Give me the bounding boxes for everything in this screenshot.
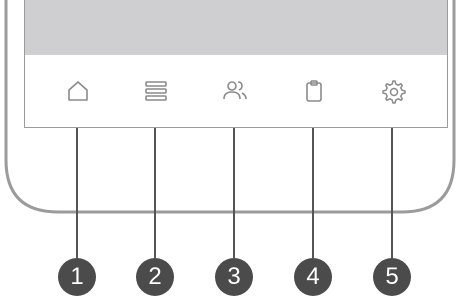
home-icon[interactable] (64, 77, 92, 105)
callout-1: 1 (58, 258, 96, 296)
phone-mockup: 1 2 3 4 5 (0, 0, 460, 296)
bottom-navigation-bar (24, 55, 448, 128)
gear-icon[interactable] (379, 77, 407, 105)
clipboard-icon[interactable] (300, 77, 328, 105)
callout-5: 5 (373, 258, 411, 296)
menu-list-icon[interactable] (142, 77, 170, 105)
users-icon[interactable] (221, 77, 249, 105)
screen-header-area (24, 0, 448, 55)
callout-3: 3 (215, 258, 253, 296)
callout-4: 4 (294, 258, 332, 296)
callout-2: 2 (136, 258, 174, 296)
